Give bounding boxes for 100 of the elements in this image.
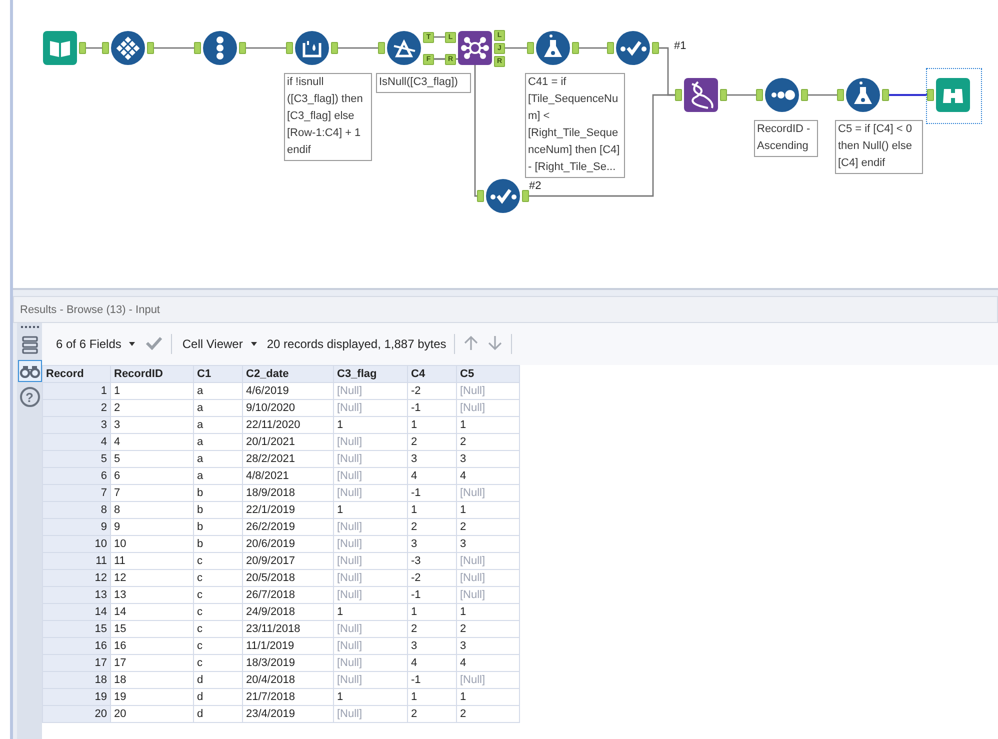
flask-tool-icon[interactable]: [536, 31, 570, 65]
results-title: Results - Browse (13) - Input: [13, 296, 998, 323]
column-header[interactable]: Record: [42, 366, 110, 382]
bucket-tool-icon[interactable]: [295, 31, 329, 65]
port-tab[interactable]: [239, 42, 246, 54]
record-number: 14: [42, 604, 110, 620]
table-cell: 1: [408, 416, 456, 434]
binoculars-view-button[interactable]: [18, 360, 42, 382]
caret-icon: [129, 342, 136, 346]
port-tab[interactable]: [331, 42, 338, 54]
record-number: 5: [42, 450, 110, 468]
port-tab[interactable]: [378, 42, 385, 54]
record-number: 13: [42, 586, 110, 604]
column-header[interactable]: C5: [456, 366, 520, 382]
table-cell: 1: [456, 416, 520, 434]
table-cell: 18: [110, 672, 194, 688]
port-tab[interactable]: [102, 42, 109, 54]
table-cell: 1: [408, 604, 456, 620]
table-cell: c: [194, 552, 242, 570]
port-tab[interactable]: [882, 89, 889, 101]
flask-tool-icon[interactable]: [846, 78, 880, 112]
null-cell: [Null]: [334, 586, 408, 604]
column-header[interactable]: C2_date: [242, 366, 334, 382]
record-number: 10: [42, 536, 110, 552]
table-cell: b: [194, 484, 242, 502]
table-cell: 3: [110, 416, 194, 434]
port-tab[interactable]: [927, 89, 934, 101]
table-cell: b: [194, 518, 242, 536]
table-cell: 3: [456, 536, 520, 552]
table-cell: 9: [110, 518, 194, 536]
null-cell: [Null]: [456, 586, 520, 604]
check-tool-icon[interactable]: [616, 31, 650, 65]
port-tab[interactable]: [147, 42, 154, 54]
port-tab[interactable]: [79, 42, 86, 54]
cell-viewer-dropdown[interactable]: Cell Viewer: [180, 335, 259, 353]
table-cell: 3: [408, 638, 456, 654]
table-cell: 26/2/2019: [242, 518, 334, 536]
record-number: 1: [42, 382, 110, 400]
table-cell: c: [194, 604, 242, 620]
connection-label: #2: [529, 180, 542, 192]
record-number: 15: [42, 620, 110, 638]
port-tab[interactable]: [756, 89, 763, 101]
port-tab[interactable]: [527, 42, 534, 54]
grip-handle[interactable]: [20, 326, 38, 330]
port-tab[interactable]: [652, 42, 659, 54]
table-cell: 3: [408, 536, 456, 552]
table-cell: 11: [110, 552, 194, 570]
table-cell: -1: [408, 484, 456, 502]
null-cell: [Null]: [334, 468, 408, 484]
table-cell: 1: [456, 688, 520, 706]
table-cell: a: [194, 416, 242, 434]
tool-annotation: C5 = if [C4] < 0 then Null() else [C4] endif: [835, 120, 923, 174]
column-header[interactable]: C4: [408, 366, 456, 382]
tool-annotation: RecordID - Ascending: [754, 120, 818, 157]
book-tool-icon[interactable]: [43, 31, 77, 65]
null-cell: [Null]: [456, 672, 520, 688]
table-cell: c: [194, 620, 242, 638]
helix-tool-icon[interactable]: [684, 78, 718, 112]
dots-tool-icon[interactable]: [765, 78, 799, 112]
table-cell: 20/6/2019: [242, 536, 334, 552]
help-button[interactable]: ?: [18, 386, 42, 408]
port-tab[interactable]: [194, 42, 201, 54]
port-tab[interactable]: [720, 89, 727, 101]
table-cell: 2: [456, 706, 520, 722]
port-tab[interactable]: [522, 190, 529, 202]
null-cell: [Null]: [334, 518, 408, 536]
check-tool-icon[interactable]: [486, 179, 520, 213]
null-cell: [Null]: [456, 382, 520, 400]
table-cell: 28/2/2021: [242, 450, 334, 468]
column-header[interactable]: RecordID: [110, 366, 194, 382]
port-tab[interactable]: [607, 42, 614, 54]
port-tab[interactable]: [572, 42, 579, 54]
table-cell: 11/1/2019: [242, 638, 334, 654]
table-cell: 18/3/2019: [242, 654, 334, 672]
table-cell: d: [194, 688, 242, 706]
table-cell: 3: [456, 450, 520, 468]
port-tab[interactable]: [801, 89, 808, 101]
port-tab[interactable]: [286, 42, 293, 54]
table-cell: 2: [408, 706, 456, 722]
record-number: 17: [42, 654, 110, 672]
hub-tool-icon[interactable]: [458, 31, 492, 65]
fields-dropdown[interactable]: 6 of 6 Fields: [54, 335, 138, 353]
column-header[interactable]: C3_flag: [334, 366, 408, 382]
triangle-tool-icon[interactable]: [387, 31, 421, 65]
port-tab[interactable]: [675, 89, 682, 101]
table-cell: a: [194, 382, 242, 400]
null-cell: [Null]: [334, 654, 408, 672]
table-cell: 4: [110, 434, 194, 450]
record-number: 2: [42, 400, 110, 416]
table-cell: b: [194, 502, 242, 518]
grid-tool-icon[interactable]: [111, 31, 145, 65]
table-cell: 2: [408, 434, 456, 450]
column-header[interactable]: C1: [194, 366, 242, 382]
table-cell: d: [194, 706, 242, 722]
record-number: 18: [42, 672, 110, 688]
records-status: 20 records displayed, 1,887 bytes: [266, 337, 446, 351]
stacked-dots-tool-icon[interactable]: [203, 31, 237, 65]
check-icon[interactable]: [145, 336, 164, 352]
port-tab[interactable]: [837, 89, 844, 101]
port-tab[interactable]: [477, 190, 484, 202]
